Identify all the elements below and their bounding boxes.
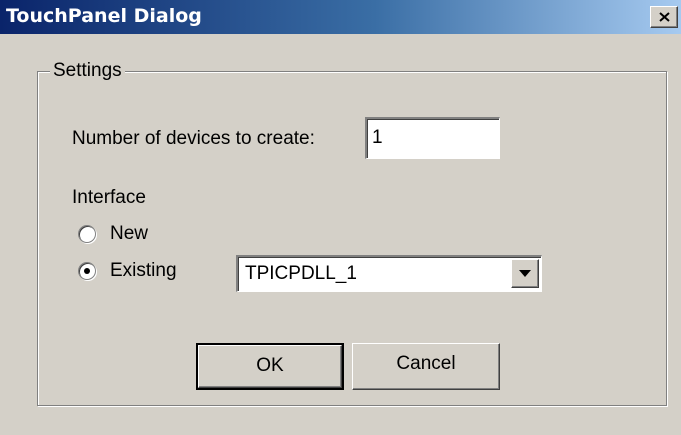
existing-interface-select[interactable]: TPICPDLL_1 xyxy=(236,255,542,292)
window-title: TouchPanel Dialog xyxy=(6,5,202,27)
close-button[interactable] xyxy=(650,6,678,28)
chevron-down-icon xyxy=(519,270,531,277)
cancel-button-label: Cancel xyxy=(396,353,456,374)
radio-new[interactable] xyxy=(78,225,96,243)
title-bar[interactable]: TouchPanel Dialog xyxy=(0,0,681,34)
existing-interface-value: TPICPDLL_1 xyxy=(245,263,357,284)
settings-group-label: Settings xyxy=(50,60,125,82)
ok-button[interactable]: OK xyxy=(196,343,344,390)
devices-count-input[interactable]: 1 xyxy=(365,117,500,159)
ok-button-label: OK xyxy=(256,355,284,376)
close-icon xyxy=(659,12,670,22)
touchpanel-dialog: TouchPanel Dialog Settings Number of dev… xyxy=(0,0,681,435)
radio-new-label[interactable]: New xyxy=(110,223,148,245)
cancel-button[interactable]: Cancel xyxy=(352,343,500,390)
dropdown-button[interactable] xyxy=(511,259,539,288)
radio-existing[interactable] xyxy=(78,262,96,280)
radio-existing-label[interactable]: Existing xyxy=(110,260,177,282)
interface-label: Interface xyxy=(72,187,146,208)
devices-label: Number of devices to create: xyxy=(72,128,315,149)
